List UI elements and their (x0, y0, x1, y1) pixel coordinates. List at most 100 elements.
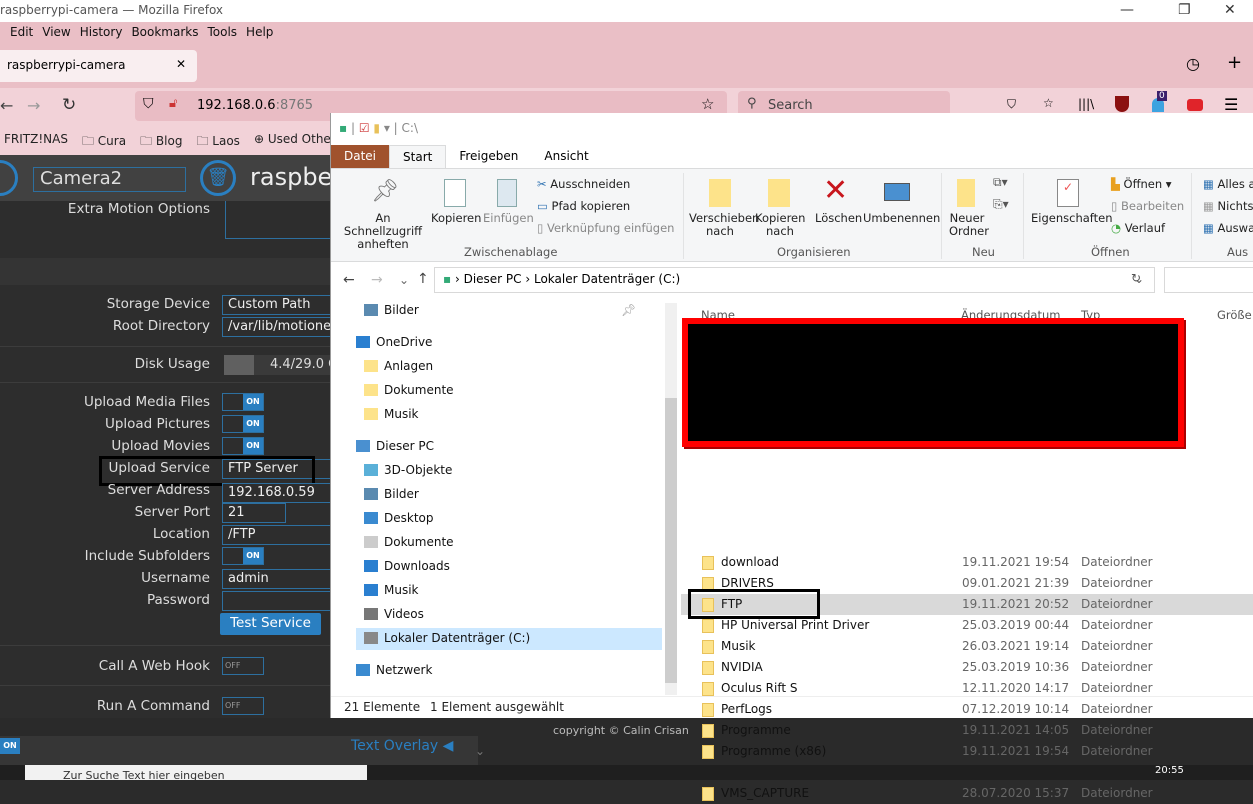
menu-edit[interactable]: Edit (10, 25, 33, 44)
hamburger-menu-icon[interactable]: ☰ (1224, 95, 1238, 114)
nav-item[interactable]: Musik (356, 404, 662, 426)
upload-movies-toggle[interactable]: ON (222, 437, 264, 455)
paste-shortcut-button[interactable]: ▯ Verknüpfung einfügen (537, 221, 674, 235)
select-none-button[interactable]: ▦ Nichts (1203, 199, 1253, 213)
forward-icon[interactable]: → (371, 272, 383, 288)
bookmark-manager-icon[interactable]: ☆ (1043, 96, 1054, 110)
nav-item[interactable]: Desktop (356, 508, 662, 530)
address-bar[interactable]: ▪ › Dieser PC › Lokaler Datenträger (C:)… (434, 267, 1155, 293)
rename-button[interactable]: Umbenennen (863, 212, 940, 225)
tab-start[interactable]: Start (389, 145, 447, 168)
refresh-icon[interactable]: ↻ (1131, 271, 1141, 285)
tab-list-icon[interactable]: ◷ (1186, 54, 1200, 73)
copy-to-button[interactable]: Kopieren nach (755, 212, 805, 238)
copy-button[interactable]: Kopieren (431, 212, 481, 225)
tab-ansicht[interactable]: Ansicht (531, 145, 601, 168)
forward-icon[interactable]: → (27, 96, 40, 115)
upload-pictures-toggle[interactable]: ON (222, 415, 264, 433)
paste-button[interactable]: Einfügen (483, 212, 534, 225)
pin-icon[interactable]: 📌︎ (621, 303, 636, 317)
copy-path-button[interactable]: ▭ Pfad kopieren (537, 199, 630, 213)
nav-item[interactable]: Downloads (356, 556, 662, 578)
edit-button[interactable]: ▯ Bearbeiten (1111, 199, 1184, 213)
menu-view[interactable]: View (42, 25, 70, 44)
username-input[interactable]: admin (222, 569, 342, 589)
nav-item[interactable]: Dokumente (356, 380, 662, 402)
nav-scrollbar[interactable] (665, 303, 677, 695)
pause-icon[interactable] (0, 160, 18, 196)
password-input[interactable] (222, 591, 342, 611)
open-button[interactable]: ▙ Öffnen ▾ (1111, 177, 1172, 191)
file-row[interactable]: NVIDIA 25.03.2019 10:36 Dateiordner (681, 657, 1253, 678)
nav-item[interactable]: Lokaler Datenträger (C:) (356, 628, 662, 650)
explorer-search-input[interactable] (1164, 267, 1253, 293)
nav-item[interactable]: 3D-Objekte (356, 460, 662, 482)
new-tab-icon[interactable]: + (1227, 52, 1242, 73)
nav-item[interactable]: Dokumente (356, 532, 662, 554)
shield-icon[interactable]: ⛉ (143, 96, 154, 112)
menu-history[interactable]: History (80, 25, 123, 44)
browser-tab[interactable]: raspberrypi-camera ✕ (0, 50, 197, 82)
new-folder-button[interactable]: Neuer Ordner (949, 212, 989, 238)
nav-item[interactable]: OneDrive (348, 332, 654, 354)
move-to-button[interactable]: Verschieben nach (689, 212, 759, 238)
close-window-button[interactable]: ✕ (1224, 2, 1236, 18)
location-input[interactable]: /FTP (222, 525, 342, 545)
breadcrumb-local-disk[interactable]: Lokaler Datenträger (C:) (534, 272, 680, 286)
bookmark-fritznas[interactable]: FRITZ!NAS (4, 132, 68, 155)
back-icon[interactable]: ← (343, 272, 355, 288)
nav-item[interactable]: Bilder (356, 300, 662, 322)
nav-item[interactable]: Netzwerk (348, 660, 654, 682)
recent-locations-icon[interactable]: ⌄ (399, 273, 409, 287)
test-service-button[interactable]: Test Service (220, 613, 321, 635)
chevron-down-icon[interactable]: ⌄ (475, 744, 485, 758)
menu-tools[interactable]: Tools (207, 25, 237, 44)
camera-name-input[interactable]: Camera2 (33, 167, 186, 192)
file-row[interactable]: VMS_CAPTURE 28.07.2020 15:37 Dateiordner (681, 783, 1253, 804)
reload-icon[interactable]: ↻ (62, 95, 76, 115)
menu-bookmarks[interactable]: Bookmarks (131, 25, 198, 44)
breadcrumb-dieser-pc[interactable]: Dieser PC (464, 272, 522, 286)
root-directory-input[interactable]: /var/lib/motioneye (222, 317, 342, 337)
video-extension-icon[interactable] (1187, 99, 1203, 111)
close-tab-icon[interactable]: ✕ (176, 57, 186, 71)
pin-quick-access-button[interactable]: An Schnellzugriff anheften (337, 212, 429, 251)
pocket-icon[interactable]: ⛉ (1007, 97, 1016, 112)
select-all-button[interactable]: ▦ Alles a (1203, 177, 1253, 191)
insecure-lock-icon[interactable]: 🔓︎ (169, 96, 177, 111)
call-web-hook-toggle[interactable]: OFF (222, 657, 264, 675)
back-icon[interactable]: ← (0, 96, 13, 115)
ublock-icon[interactable] (1115, 96, 1129, 112)
nav-item[interactable]: Musik (356, 580, 662, 602)
file-row[interactable]: download 19.11.2021 19:54 Dateiordner (681, 552, 1253, 573)
extra-motion-options-textarea[interactable] (225, 201, 335, 239)
trash-icon[interactable]: 🗑︎ (200, 160, 236, 196)
bookmark-cura[interactable]: 🗀︎ Cura (82, 132, 126, 155)
file-row[interactable]: Programme (x86) 19.11.2021 19:54 Dateiordn… (681, 741, 1253, 762)
nav-item[interactable]: Dieser PC (348, 436, 654, 458)
restore-button[interactable]: ❐ (1178, 2, 1191, 18)
storage-device-select[interactable]: Custom Path (222, 295, 342, 315)
library-icon[interactable]: |||\ (1078, 97, 1094, 111)
history-button[interactable]: ◔ Verlauf (1111, 221, 1165, 235)
delete-button[interactable]: Löschen (815, 212, 862, 225)
cut-button[interactable]: ✂ Ausschneiden (537, 177, 630, 191)
nav-item[interactable]: Videos (356, 604, 662, 626)
tab-freigeben[interactable]: Freigeben (446, 145, 531, 168)
file-row[interactable]: Programme 19.11.2021 14:05 Dateiordner (681, 720, 1253, 741)
bookmark-laos[interactable]: 🗀︎ Laos (196, 132, 239, 155)
server-address-input[interactable]: 192.168.0.59 (222, 483, 342, 503)
bookmark-blog[interactable]: 🗀︎ Blog (140, 132, 182, 155)
bookmark-star-icon[interactable]: ☆ (701, 95, 714, 113)
minimize-button[interactable]: — (1120, 2, 1134, 18)
file-row[interactable]: Musik 26.03.2021 19:14 Dateiordner (681, 636, 1253, 657)
invert-selection-button[interactable]: ▦ Auswa (1203, 221, 1253, 235)
properties-button[interactable]: Eigenschaften (1031, 212, 1113, 225)
menu-help[interactable]: Help (246, 25, 273, 44)
column-size[interactable]: Größe (1217, 308, 1252, 322)
text-overlay-toggle[interactable]: ON (0, 738, 20, 754)
server-port-input[interactable]: 21 (222, 503, 286, 523)
run-command-toggle[interactable]: OFF (222, 697, 264, 715)
nav-item[interactable]: Bilder (356, 484, 662, 506)
include-subfolders-toggle[interactable]: ON (222, 547, 264, 565)
